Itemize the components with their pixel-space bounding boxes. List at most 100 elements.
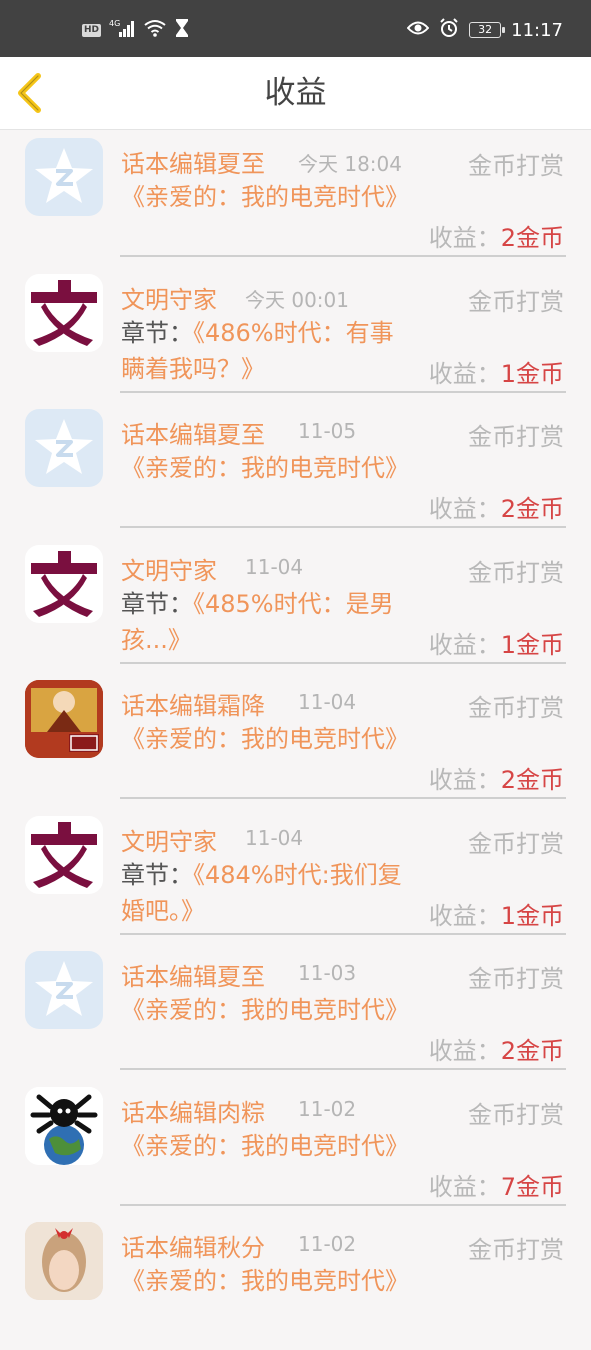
hourglass-icon <box>175 18 189 42</box>
book-title: 《亲爱的：我的电竞时代》 <box>121 183 409 211</box>
record-type: 金币打赏 <box>468 694 564 722</box>
record-content: 《亲爱的：我的电竞时代》 <box>121 1263 411 1299</box>
list-item[interactable]: 文明守家 11-04 金币打赏 章节：《484%时代:我们复婚吧。》 收益：1金… <box>0 808 591 944</box>
list-item[interactable]: 话本编辑霜降 11-04 金币打赏 《亲爱的：我的电竞时代》 收益：2金币 <box>0 672 591 808</box>
income-label: 收益： <box>428 495 501 523</box>
record-time: 11-04 <box>298 690 357 714</box>
record-time: 11-02 <box>298 1232 357 1256</box>
record-time: 11-03 <box>298 961 357 985</box>
income-label: 收益： <box>428 766 501 794</box>
income-label: 收益： <box>428 630 501 659</box>
qq-star-avatar <box>25 409 103 487</box>
page-title: 收益 <box>264 75 327 111</box>
record-time: 11-05 <box>298 419 357 443</box>
sender-name: 文明守家 <box>121 556 217 585</box>
sender-name: 话本编辑夏至 <box>121 150 265 178</box>
coin-amount: 7金币 <box>500 1172 564 1201</box>
hd-badge: HD <box>82 23 102 37</box>
divider <box>120 932 566 935</box>
divider <box>120 526 566 528</box>
list-item[interactable]: 话本编辑夏至 今天 18:04 金币打赏 《亲爱的：我的电竞时代》 收益：2金币 <box>0 130 591 266</box>
income-label: 收益： <box>428 901 501 930</box>
list-item[interactable]: 话本编辑夏至 11-03 金币打赏 《亲爱的：我的电竞时代》 收益：2金币 <box>0 943 591 1079</box>
income-amount: 收益：1金币 <box>429 354 564 389</box>
coin-amount: 2金币 <box>500 1037 564 1065</box>
coin-amount: 1金币 <box>500 630 564 659</box>
income-label: 收益： <box>428 224 501 252</box>
book-title: 《亲爱的：我的电竞时代》 <box>121 996 409 1024</box>
record-content: 《亲爱的：我的电竞时代》 <box>121 1128 411 1164</box>
eye-icon <box>406 20 430 41</box>
divider <box>120 797 566 799</box>
income-amount: 收益：1金币 <box>429 896 564 931</box>
coin-amount: 1金币 <box>500 901 564 930</box>
qq-star-avatar <box>25 138 103 216</box>
chapter-prefix: 章节： <box>121 860 193 889</box>
list-item[interactable]: 话本编辑夏至 11-05 金币打赏 《亲爱的：我的电竞时代》 收益：2金币 <box>0 401 591 537</box>
record-type: 金币打赏 <box>468 965 564 993</box>
earth-meme-avatar <box>25 1086 103 1165</box>
sender-name: 话本编辑秋分 <box>121 1234 265 1262</box>
record-type: 金币打赏 <box>468 558 564 587</box>
record-type: 金币打赏 <box>468 1236 564 1264</box>
sender-name: 话本编辑夏至 <box>121 421 265 449</box>
sender-name: 文明守家 <box>121 827 217 856</box>
divider <box>120 390 566 393</box>
record-content: 章节：《484%时代:我们复婚吧。》 <box>121 857 411 929</box>
coin-amount: 1金币 <box>500 359 564 388</box>
record-type: 金币打赏 <box>468 829 564 858</box>
wen-character-avatar <box>25 273 103 352</box>
chevron-left-icon <box>18 73 41 113</box>
book-title: 《亲爱的：我的电竞时代》 <box>121 725 409 753</box>
coin-amount: 2金币 <box>500 224 564 252</box>
income-amount: 收益：7金币 <box>429 1167 564 1202</box>
sender-name: 话本编辑夏至 <box>121 963 265 991</box>
app-bar: 收益 <box>0 57 591 130</box>
income-label: 收益： <box>428 359 501 388</box>
book-title: 《亲爱的：我的电竞时代》 <box>121 1267 409 1295</box>
income-amount: 收益：2金币 <box>429 1031 564 1066</box>
income-label: 收益： <box>428 1172 501 1201</box>
book-title: 《亲爱的：我的电竞时代》 <box>121 1131 409 1160</box>
list-item[interactable]: 文明守家 今天 00:01 金币打赏 章节：《486%时代：有事瞒着我吗？》 收… <box>0 266 591 402</box>
record-content: 《亲爱的：我的电竞时代》 <box>121 721 411 757</box>
wen-character-avatar <box>25 544 103 623</box>
record-time: 今天 18:04 <box>298 152 402 176</box>
divider <box>120 255 566 257</box>
divider <box>120 1068 566 1070</box>
list-item[interactable]: 话本编辑秋分 11-02 金币打赏 《亲爱的：我的电竞时代》 <box>0 1214 591 1350</box>
clock-time: 11:17 <box>511 19 563 41</box>
status-right: 32 11:17 <box>406 17 563 43</box>
wen-character-avatar <box>25 815 103 894</box>
record-type: 金币打赏 <box>468 1100 564 1129</box>
wifi-icon <box>143 18 167 42</box>
record-time: 11-04 <box>245 554 304 579</box>
income-label: 收益： <box>428 1037 501 1065</box>
record-time: 今天 00:01 <box>245 287 349 312</box>
status-bar: HD 4G 32 11:17 <box>0 0 591 57</box>
record-content: 章节：《485%时代：是男孩...》 <box>121 586 411 658</box>
coin-amount: 2金币 <box>500 766 564 794</box>
record-time: 11-04 <box>245 825 304 850</box>
divider <box>120 1203 566 1206</box>
sender-name: 话本编辑肉粽 <box>121 1098 265 1127</box>
cartoon-red-avatar <box>25 680 103 758</box>
qq-star-avatar <box>25 951 103 1029</box>
income-amount: 收益：2金币 <box>429 218 564 253</box>
coin-amount: 2金币 <box>500 495 564 523</box>
network-type-label: 4G <box>109 19 120 28</box>
record-content: 《亲爱的：我的电竞时代》 <box>121 992 411 1028</box>
list-item[interactable]: 文明守家 11-04 金币打赏 章节：《485%时代：是男孩...》 收益：1金… <box>0 537 591 673</box>
income-amount: 收益：1金币 <box>429 625 564 660</box>
divider <box>120 661 566 664</box>
record-type: 金币打赏 <box>468 423 564 451</box>
sender-name: 文明守家 <box>121 285 217 314</box>
record-content: 章节：《486%时代：有事瞒着我吗？》 <box>121 315 411 387</box>
back-button[interactable] <box>10 71 54 115</box>
alarm-icon <box>439 17 459 43</box>
record-type: 金币打赏 <box>468 287 564 316</box>
status-left: HD 4G <box>82 18 189 42</box>
record-time: 11-02 <box>298 1096 357 1121</box>
list-item[interactable]: 话本编辑肉粽 11-02 金币打赏 《亲爱的：我的电竞时代》 收益：7金币 <box>0 1079 591 1215</box>
income-amount: 收益：2金币 <box>429 760 564 795</box>
